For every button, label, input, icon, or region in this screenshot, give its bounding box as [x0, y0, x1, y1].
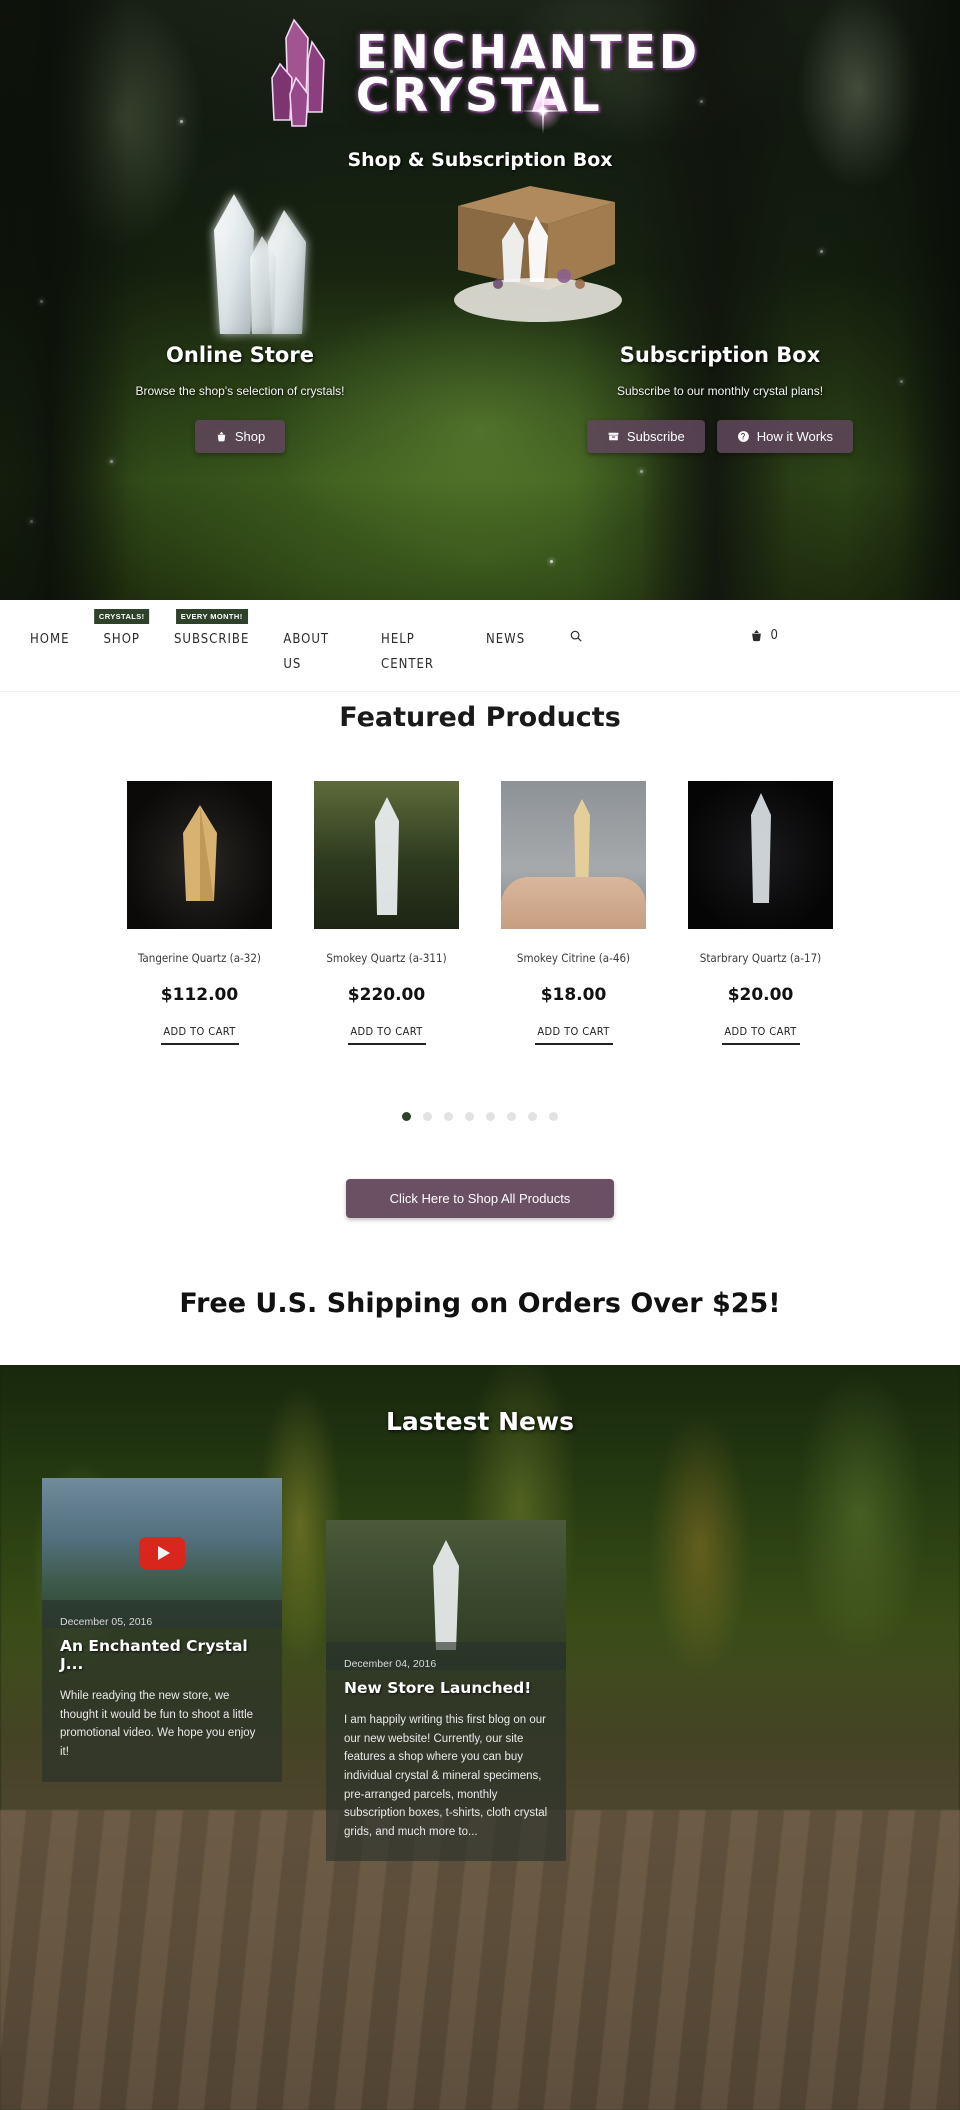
smokey-quartz-image — [374, 797, 399, 915]
nav-link-label[interactable]: ABOUT US — [283, 628, 329, 677]
nav-item-news[interactable]: NEWS — [486, 628, 525, 653]
starbrary-quartz-image — [750, 793, 771, 903]
nav-item-help-center[interactable]: HELP CENTER — [381, 628, 434, 677]
hero-column-title: Subscription Box — [619, 343, 821, 367]
shop-button-label: Shop — [234, 429, 266, 444]
youtube-play-icon[interactable] — [139, 1537, 185, 1569]
nav-link-label[interactable]: SUBSCRIBE — [174, 628, 249, 653]
news-card-body: December 05, 2016 An Enchanted Crystal J… — [42, 1600, 282, 1782]
news-date: December 05, 2016 — [60, 1616, 153, 1628]
box-icon — [608, 432, 619, 441]
nav-item-subscribe[interactable]: EVERY MONTH! SUBSCRIBE — [174, 609, 249, 653]
carousel-dots — [0, 1112, 960, 1121]
hero-column-online-store: Online Store Browse the shop's selection… — [0, 343, 480, 453]
question-circle-icon — [737, 431, 749, 442]
news-headline[interactable]: An Enchanted Crystal J... — [60, 1637, 264, 1673]
hero-tagline: Shop & Subscription Box — [347, 149, 613, 171]
news-card-list: December 05, 2016 An Enchanted Crystal J… — [0, 1436, 960, 1862]
product-price: $18.00 — [540, 985, 607, 1005]
latest-news-section: Lastest News December 05, 2016 An Enchan… — [0, 1365, 960, 2110]
search-icon — [570, 630, 582, 642]
carousel-dot[interactable] — [528, 1112, 537, 1121]
product-price: $220.00 — [347, 985, 426, 1005]
tangerine-quartz-image — [182, 805, 217, 901]
product-image[interactable] — [314, 781, 459, 929]
product-price: $112.00 — [160, 985, 239, 1005]
nav-item-about-us[interactable]: ABOUT US — [283, 628, 329, 677]
featured-products-title: Featured Products — [339, 702, 621, 733]
carousel-dot[interactable] — [549, 1112, 558, 1121]
product-grid: Tangerine Quartz (a-32) $112.00 ADD TO C… — [0, 781, 960, 1050]
product-card[interactable]: Tangerine Quartz (a-32) $112.00 ADD TO C… — [127, 781, 272, 1050]
product-name: Starbrary Quartz (a-17) — [699, 951, 822, 965]
hero-column-subtitle: Browse the shop's selection of crystals! — [135, 384, 345, 398]
cart-item-count: 0 — [770, 628, 778, 643]
product-name: Smokey Quartz (a-311) — [326, 951, 447, 965]
hero-banner: ENCHANTED CRYSTAL Shop & Subscription Bo… — [0, 0, 960, 600]
hero-column-subscription-box: Subscription Box Subscribe to our monthl… — [480, 343, 960, 453]
nav-link-label[interactable]: NEWS — [486, 628, 525, 653]
nav-badge-crystals: CRYSTALS! — [93, 609, 150, 624]
product-image[interactable] — [501, 781, 646, 929]
featured-products-section: Featured Products Tangerine Quartz (a-32… — [0, 692, 960, 1270]
basket-icon — [217, 431, 226, 442]
add-to-cart-button[interactable]: ADD TO CART — [721, 1025, 800, 1045]
add-to-cart-button[interactable]: ADD TO CART — [160, 1025, 239, 1045]
hero-column-title: Online Store — [166, 343, 314, 367]
product-card[interactable]: Smokey Quartz (a-311) $220.00 ADD TO CAR… — [314, 781, 459, 1050]
carousel-dot[interactable] — [465, 1112, 474, 1121]
product-card[interactable]: Starbrary Quartz (a-17) $20.00 ADD TO CA… — [688, 781, 833, 1050]
carousel-dot[interactable] — [507, 1112, 516, 1121]
subscribe-button-label: Subscribe — [626, 429, 685, 444]
add-to-cart-button[interactable]: ADD TO CART — [347, 1025, 426, 1045]
shop-all-products-button[interactable]: Click Here to Shop All Products — [345, 1179, 615, 1218]
add-to-cart-button[interactable]: ADD TO CART — [534, 1025, 613, 1045]
product-card[interactable]: Smokey Citrine (a-46) $18.00 ADD TO CART — [501, 781, 646, 1050]
news-headline[interactable]: New Store Launched! — [344, 1679, 548, 1697]
carousel-dot[interactable] — [423, 1112, 432, 1121]
how-it-works-button-label: How it Works — [756, 429, 834, 444]
hero-column-subtitle: Subscribe to our monthly crystal plans! — [616, 384, 824, 398]
news-card[interactable]: December 05, 2016 An Enchanted Crystal J… — [42, 1478, 282, 1782]
latest-news-title: Lastest News — [386, 1407, 574, 1436]
crystal-photo — [433, 1540, 459, 1650]
site-logo[interactable]: ENCHANTED CRYSTAL — [0, 16, 960, 134]
subscribe-button[interactable]: Subscribe — [586, 420, 705, 453]
shop-all-container: Click Here to Shop All Products — [0, 1179, 960, 1270]
news-excerpt: I am happily writing this first blog on … — [344, 1714, 548, 1838]
sparkle-star-icon — [520, 88, 566, 134]
nav-badge-every-month: EVERY MONTH! — [175, 609, 248, 624]
news-date: December 04, 2016 — [344, 1658, 437, 1670]
shopping-basket-icon — [751, 629, 761, 642]
nav-link-label[interactable]: SHOP — [103, 628, 139, 653]
news-card[interactable]: December 04, 2016 New Store Launched! I … — [326, 1520, 566, 1862]
news-card-body: December 04, 2016 New Store Launched! I … — [326, 1642, 566, 1862]
crystal-logo-icon — [271, 18, 325, 127]
shop-button[interactable]: Shop — [194, 420, 286, 453]
nav-item-shop[interactable]: CRYSTALS! SHOP — [93, 609, 150, 653]
cart-button[interactable]: 0 — [749, 628, 778, 643]
main-navigation: HOME CRYSTALS! SHOP EVERY MONTH! SUBSCRI… — [0, 600, 960, 692]
nav-link-label[interactable]: HOME — [30, 628, 69, 653]
search-button[interactable] — [569, 629, 583, 648]
carousel-dot[interactable] — [486, 1112, 495, 1121]
free-shipping-banner: Free U.S. Shipping on Orders Over $25! — [179, 1288, 781, 1319]
carousel-dot[interactable] — [402, 1112, 411, 1121]
nav-item-home[interactable]: HOME — [30, 628, 69, 653]
product-name: Tangerine Quartz (a-32) — [138, 951, 261, 965]
product-name: Smokey Citrine (a-46) — [516, 951, 631, 965]
news-excerpt: While readying the new store, we thought… — [60, 1690, 256, 1758]
nav-link-label[interactable]: HELP CENTER — [381, 628, 434, 677]
product-image[interactable] — [688, 781, 833, 929]
how-it-works-button[interactable]: How it Works — [716, 420, 854, 453]
product-image[interactable] — [127, 781, 272, 929]
product-price: $20.00 — [727, 985, 794, 1005]
nav-items-list: HOME CRYSTALS! SHOP EVERY MONTH! SUBSCRI… — [0, 600, 960, 677]
carousel-dot[interactable] — [444, 1112, 453, 1121]
